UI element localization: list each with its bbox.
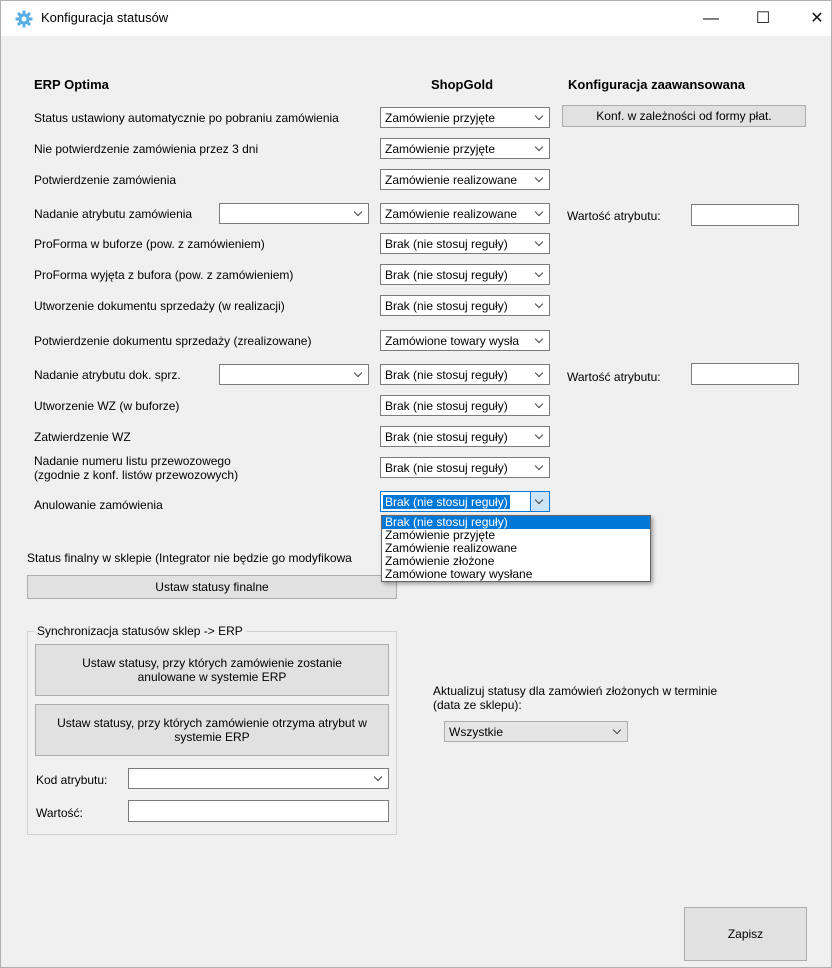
attr-value-label: Wartość atrybutu: <box>567 209 661 223</box>
shop-status-value: Zamówienie przyjęte <box>385 142 496 156</box>
chevron-down-icon <box>530 492 549 511</box>
shop-status-value: Brak (nie stosuj reguły) <box>385 399 508 413</box>
shop-status-select[interactable]: Zamówione towary wysła <box>380 330 550 351</box>
value-input[interactable] <box>128 800 389 822</box>
chevron-down-icon <box>531 396 549 415</box>
payment-config-button[interactable]: Konf. w zależności od formy płat. <box>562 105 806 127</box>
shop-status-select[interactable]: Brak (nie stosuj reguły) <box>380 426 550 447</box>
order-attr-value-input[interactable] <box>691 204 799 226</box>
update-range-value: Wszystkie <box>449 725 503 739</box>
shop-status-value: Zamówienie realizowane <box>385 173 518 187</box>
row-label: Utworzenie dokumentu sprzedaży (w realiz… <box>34 299 285 313</box>
set-final-statuses-button[interactable]: Ustaw statusy finalne <box>27 575 397 599</box>
shop-status-select[interactable]: Brak (nie stosuj reguły) <box>380 395 550 416</box>
chevron-down-icon <box>531 204 549 223</box>
row-label-continued: (zgodnie z konf. listów przewozowych) <box>34 468 239 482</box>
row-label: Potwierdzenie dokumentu sprzedaży (zreal… <box>34 334 312 348</box>
row-label: ProForma w buforze (pow. z zamówieniem) <box>34 237 265 251</box>
row-label: Status ustawiony automatycznie po pobran… <box>34 111 339 125</box>
row-label: Zatwierdzenie WZ <box>34 430 131 444</box>
value-label: Wartość: <box>36 806 83 820</box>
shop-status-value: Zamówienie przyjęte <box>385 111 496 125</box>
shop-status-value: Brak (nie stosuj reguły) <box>385 461 508 475</box>
shop-status-select[interactable]: Brak (nie stosuj reguły) <box>380 364 550 385</box>
row-label: Anulowanie zamówienia <box>34 498 163 512</box>
erp-header: ERP Optima <box>34 77 109 92</box>
shop-status-value: Brak (nie stosuj reguły) <box>385 299 508 313</box>
update-label-continued: (data ze sklepu): <box>433 698 522 712</box>
shop-status-value: Brak (nie stosuj reguły) <box>383 495 510 509</box>
row-label: Nadanie numeru listu przewozowego <box>34 454 231 468</box>
chevron-down-icon <box>531 365 549 384</box>
row-label: Nie potwierdzenie zamówienia przez 3 dni <box>34 142 259 156</box>
chevron-down-icon <box>350 365 368 384</box>
attr-code-label: Kod atrybutu: <box>36 773 108 787</box>
update-label: Aktualizuj statusy dla zamówień złożonyc… <box>433 684 718 698</box>
shop-status-select[interactable]: Brak (nie stosuj reguły) <box>380 295 550 316</box>
attr-code-select[interactable] <box>128 768 389 789</box>
shop-header: ShopGold <box>431 77 494 92</box>
shop-status-select[interactable]: Brak (nie stosuj reguły) <box>380 233 550 254</box>
shop-status-value: Zamówienie realizowane <box>385 207 518 221</box>
chevron-down-icon <box>609 722 627 741</box>
row-label: Potwierdzenie zamówienia <box>34 173 177 187</box>
chevron-down-icon <box>531 234 549 253</box>
set-cancel-statuses-button[interactable]: Ustaw statusy, przy których zamówienie z… <box>35 644 389 696</box>
chevron-down-icon <box>531 296 549 315</box>
chevron-down-icon <box>531 265 549 284</box>
shop-status-select[interactable]: Brak (nie stosuj reguły) <box>380 457 550 478</box>
dropdown-option[interactable]: Zamówione towary wysłane <box>382 568 650 581</box>
doc-attr-value-input[interactable] <box>691 363 799 385</box>
chevron-down-icon <box>350 204 368 223</box>
chevron-down-icon <box>531 458 549 477</box>
minimize-button[interactable]: — <box>691 6 731 32</box>
shop-status-value: Brak (nie stosuj reguły) <box>385 368 508 382</box>
shop-status-select[interactable]: Zamówienie przyjęte <box>380 107 550 128</box>
close-button[interactable]: ✕ <box>797 6 831 32</box>
chevron-down-icon <box>531 170 549 189</box>
row-label: Nadanie atrybutu zamówienia <box>34 207 193 221</box>
chevron-down-icon <box>531 427 549 446</box>
attr-value-label: Wartość atrybutu: <box>567 370 661 384</box>
update-range-select[interactable]: Wszystkie <box>444 721 628 742</box>
gear-app-icon <box>15 10 33 28</box>
doc-attribute-select[interactable] <box>219 364 369 385</box>
shop-status-value: Brak (nie stosuj reguły) <box>385 268 508 282</box>
shop-status-select[interactable]: Zamówienie przyjęte <box>380 138 550 159</box>
chevron-down-icon <box>531 139 549 158</box>
shop-status-select[interactable]: Zamówienie realizowane <box>380 203 550 224</box>
shop-status-select-open[interactable]: Brak (nie stosuj reguły) <box>380 491 550 512</box>
shop-status-select[interactable]: Zamówienie realizowane <box>380 169 550 190</box>
shop-status-select[interactable]: Brak (nie stosuj reguły) <box>380 264 550 285</box>
chevron-down-icon <box>531 108 549 127</box>
set-attribute-statuses-button[interactable]: Ustaw statusy, przy których zamówienie o… <box>35 704 389 756</box>
window-title: Konfiguracja statusów <box>41 10 169 25</box>
save-button[interactable]: Zapisz <box>684 907 807 961</box>
shop-status-value: Brak (nie stosuj reguły) <box>385 430 508 444</box>
order-attribute-select[interactable] <box>219 203 369 224</box>
chevron-down-icon <box>370 769 388 788</box>
row-label: Utworzenie WZ (w buforze) <box>34 399 180 413</box>
title-bar: Konfiguracja statusów — ☐ ✕ <box>1 1 831 36</box>
advanced-header: Konfiguracja zaawansowana <box>568 77 745 92</box>
status-dropdown-list: Brak (nie stosuj reguły) Zamówienie przy… <box>381 515 651 582</box>
shop-status-value: Zamówione towary wysła <box>385 334 520 348</box>
row-label: ProForma wyjęta z bufora (pow. z zamówie… <box>34 268 294 282</box>
sync-group-title: Synchronizacja statusów sklep -> ERP <box>34 624 246 638</box>
shop-status-value: Brak (nie stosuj reguły) <box>385 237 508 251</box>
chevron-down-icon <box>531 331 549 350</box>
final-status-label: Status finalny w sklepie (Integrator nie… <box>27 551 352 565</box>
config-window: Konfiguracja statusów — ☐ ✕ ERP Optima S… <box>0 0 832 968</box>
row-label: Nadanie atrybutu dok. sprz. <box>34 368 181 382</box>
maximize-button[interactable]: ☐ <box>743 6 783 32</box>
